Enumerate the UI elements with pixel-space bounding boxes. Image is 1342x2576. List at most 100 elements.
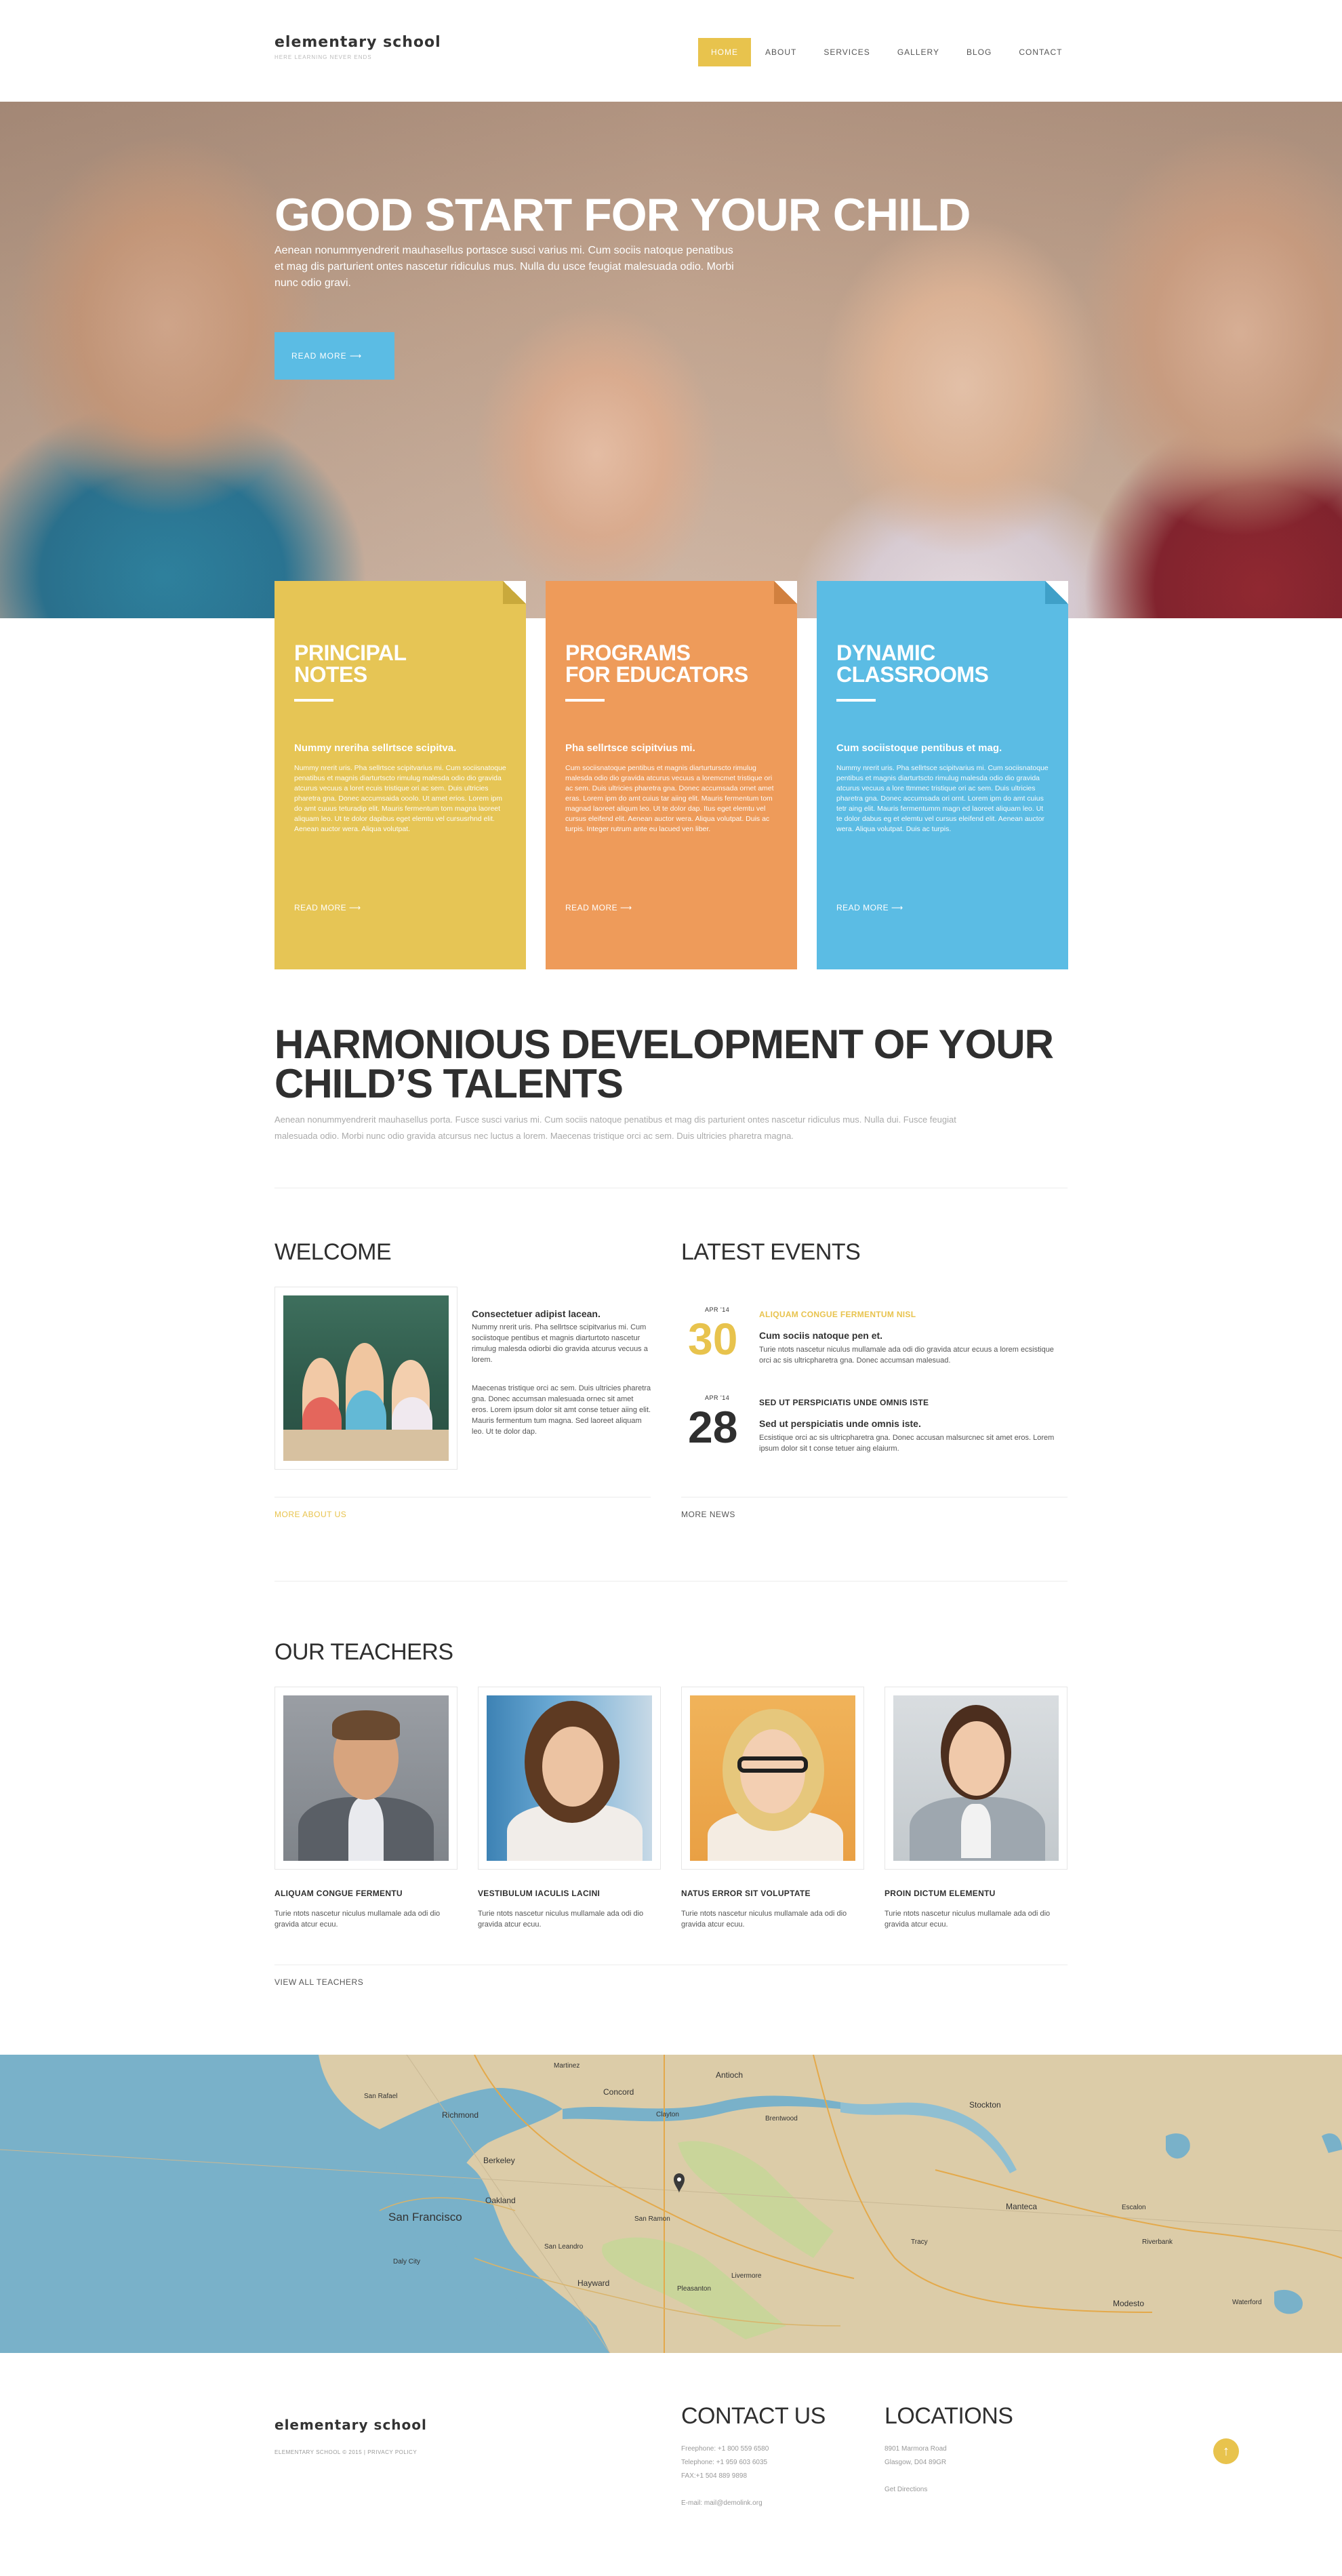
card-read-more-link[interactable]: READ MORE ⟶ (565, 903, 632, 912)
teacher-name-link[interactable]: PROIN DICTUM ELEMENTU (884, 1889, 996, 1898)
map-label: San Leandro (544, 2243, 584, 2251)
event-day: 30 (688, 1314, 738, 1364)
card-body: Nummy nrerit uris. Pha sellrtsce scipitv… (294, 764, 506, 833)
event-subtitle: Sed ut perspiciatis unde omnis iste. (759, 1418, 921, 1429)
card-read-more-link[interactable]: READ MORE ⟶ (294, 903, 361, 912)
map-label: San Ramon (634, 2215, 670, 2223)
card-title-line2: CLASSROOMS (836, 662, 989, 687)
hero-text: Aenean nonummyendrerit mauhasellus porta… (274, 245, 734, 289)
map-label: Manteca (1006, 2202, 1038, 2211)
more-news-link[interactable]: MORE NEWS (681, 1510, 735, 1519)
teacher-photo-4 (893, 1695, 1059, 1861)
footer-logo[interactable]: elementary school (274, 2417, 427, 2433)
map-label: Modesto (1113, 2299, 1145, 2308)
teacher-text: Turie ntots nascetur niculus mullamale a… (478, 1910, 644, 1929)
site-tagline: HERE LEARNING NEVER ENDS (274, 54, 372, 60)
welcome-text-2: Maecenas tristique orci ac sem. Duis ult… (472, 1384, 651, 1436)
event-month: APR '14 (705, 1394, 730, 1401)
hero-title: GOOD START FOR YOUR CHILD (274, 189, 971, 241)
map-label: Richmond (442, 2110, 479, 2120)
card-read-more-link[interactable]: READ MORE ⟶ (836, 903, 903, 912)
nav-gallery[interactable]: GALLERY (884, 38, 952, 66)
map-label: Hayward (577, 2278, 610, 2288)
contact-telephone: Telephone: +1 959 603 6035 (681, 2459, 768, 2466)
nav-blog[interactable]: BLOG (954, 38, 1004, 66)
card-title-line1: PROGRAMS (565, 641, 691, 665)
teacher-photo-2 (487, 1695, 652, 1861)
event-subtitle: Cum sociis natoque pen et. (759, 1330, 883, 1341)
event-title-link[interactable]: SED UT PERSPICIATIS UNDE OMNIS ISTE (759, 1398, 929, 1407)
location-address-line2: Glasgow, D04 89GR (884, 2459, 947, 2466)
map-label: Concord (603, 2087, 634, 2097)
card-corner-fold (1045, 581, 1068, 604)
map-label: Clayton (656, 2111, 679, 2118)
map-label: Brentwood (765, 2115, 798, 2122)
map-label: Antioch (716, 2070, 744, 2080)
location-address-line1: 8901 Marmora Road (884, 2445, 947, 2453)
teacher-photo-frame[interactable] (274, 1687, 458, 1870)
map-label: Pleasanton (677, 2285, 712, 2293)
card-corner-fold (774, 581, 797, 604)
teacher-name-link[interactable]: VESTIBULUM IACULIS LACINI (478, 1889, 600, 1898)
card-body: Cum sociisnatoque pentibus et magnis dia… (565, 764, 774, 833)
card-dynamic-classrooms: DYNAMIC CLASSROOMS Cum sociistoque pentib… (817, 581, 1068, 969)
map-label: Martinez (554, 2062, 580, 2070)
map-label: Waterford (1232, 2299, 1262, 2306)
event-text: Ecsistique orci ac sis ultricpharetra gn… (759, 1434, 1055, 1453)
hero-read-more-button[interactable]: READ MORE ⟶ (274, 332, 394, 380)
events-heading: LATEST EVENTS (681, 1239, 861, 1265)
map-label: Tracy (911, 2238, 928, 2246)
teacher-photo-1 (283, 1695, 449, 1861)
card-subtitle: Pha sellrtsce scipitvius mi. (565, 742, 695, 754)
event-day: 28 (688, 1402, 738, 1452)
card-title-line2: NOTES (294, 662, 367, 687)
get-directions-link[interactable]: Get Directions (884, 2483, 927, 2497)
welcome-text-1: Nummy nrerit uris. Pha sellrtsce scipitv… (472, 1323, 648, 1364)
view-all-teachers-link[interactable]: VIEW ALL TEACHERS (274, 1977, 363, 1987)
welcome-subtitle: Consectetuer adipist lacean. (472, 1308, 601, 1319)
section-title-harmonious: HARMONIOUS DEVELOPMENT OF YOUR CHILD’S T… (274, 1022, 1054, 1106)
nav-home[interactable]: HOME (698, 38, 751, 66)
arrow-up-circle-icon[interactable]: ↑ (1213, 2438, 1239, 2464)
more-about-us-link[interactable]: MORE ABOUT US (274, 1510, 346, 1519)
teacher-name-link[interactable]: NATUS ERROR SIT VOLUPTATE (681, 1889, 811, 1898)
teacher-photo-frame[interactable] (681, 1687, 864, 1870)
teacher-text: Turie ntots nascetur niculus mullamale a… (274, 1910, 441, 1929)
nav-services[interactable]: SERVICES (811, 38, 882, 66)
card-divider (294, 699, 333, 702)
card-programs-for-educators: PROGRAMS FOR EDUCATORS Pha sellrtsce scip… (546, 581, 797, 969)
site-logo[interactable]: elementary school (274, 34, 441, 51)
welcome-heading: WELCOME (274, 1239, 392, 1265)
card-subtitle: Nummy nreriha sellrtsce scipitva. (294, 742, 457, 754)
contact-email-link[interactable]: E-mail: mail@demolink.org (681, 2497, 762, 2510)
event-text: Turie ntots nascetur niculus mullamale a… (759, 1346, 1054, 1365)
teachers-heading: OUR TEACHERS (274, 1639, 453, 1665)
section-text-harmonious: Aenean nonummyendrerit mauhasellus porta… (274, 1114, 956, 1141)
contact-fax: FAX:+1 504 889 9898 (681, 2472, 748, 2480)
hero-image-overlay (0, 102, 1342, 618)
card-principal-notes: PRINCIPAL NOTES Nummy nreriha sellrtsce s… (274, 581, 526, 969)
card-title-line1: DYNAMIC (836, 641, 935, 665)
card-title-line2: FOR EDUCATORS (565, 662, 748, 687)
event-title-link[interactable]: ALIQUAM CONGUE FERMENTUM NISL (759, 1310, 916, 1319)
welcome-image-frame (274, 1287, 458, 1470)
locations-heading: LOCATIONS (884, 2403, 1013, 2429)
card-corner-fold (503, 581, 526, 604)
teacher-text: Turie ntots nascetur niculus mullamale a… (681, 1910, 847, 1929)
contact-freephone: Freephone: +1 800 559 6580 (681, 2445, 769, 2453)
nav-about[interactable]: ABOUT (752, 38, 809, 66)
teacher-photo-3 (690, 1695, 855, 1861)
teacher-photo-frame[interactable] (478, 1687, 661, 1870)
teacher-name-link[interactable]: ALIQUAM CONGUE FERMENTU (274, 1889, 403, 1898)
section-divider (274, 1581, 1068, 1582)
location-map[interactable]: San Rafael Richmond Martinez Concord Ant… (0, 2055, 1342, 2353)
nav-contact[interactable]: CONTACT (1006, 38, 1075, 66)
map-label: Stockton (969, 2100, 1001, 2110)
teacher-photo-frame[interactable] (884, 1687, 1068, 1870)
map-label: Escalon (1122, 2204, 1146, 2211)
teacher-text: Turie ntots nascetur niculus mullamale a… (884, 1910, 1051, 1929)
map-label: San Francisco (388, 2211, 462, 2223)
hero-banner (0, 102, 1342, 618)
welcome-photo-classroom (283, 1295, 449, 1461)
map-label: Riverbank (1142, 2238, 1173, 2246)
